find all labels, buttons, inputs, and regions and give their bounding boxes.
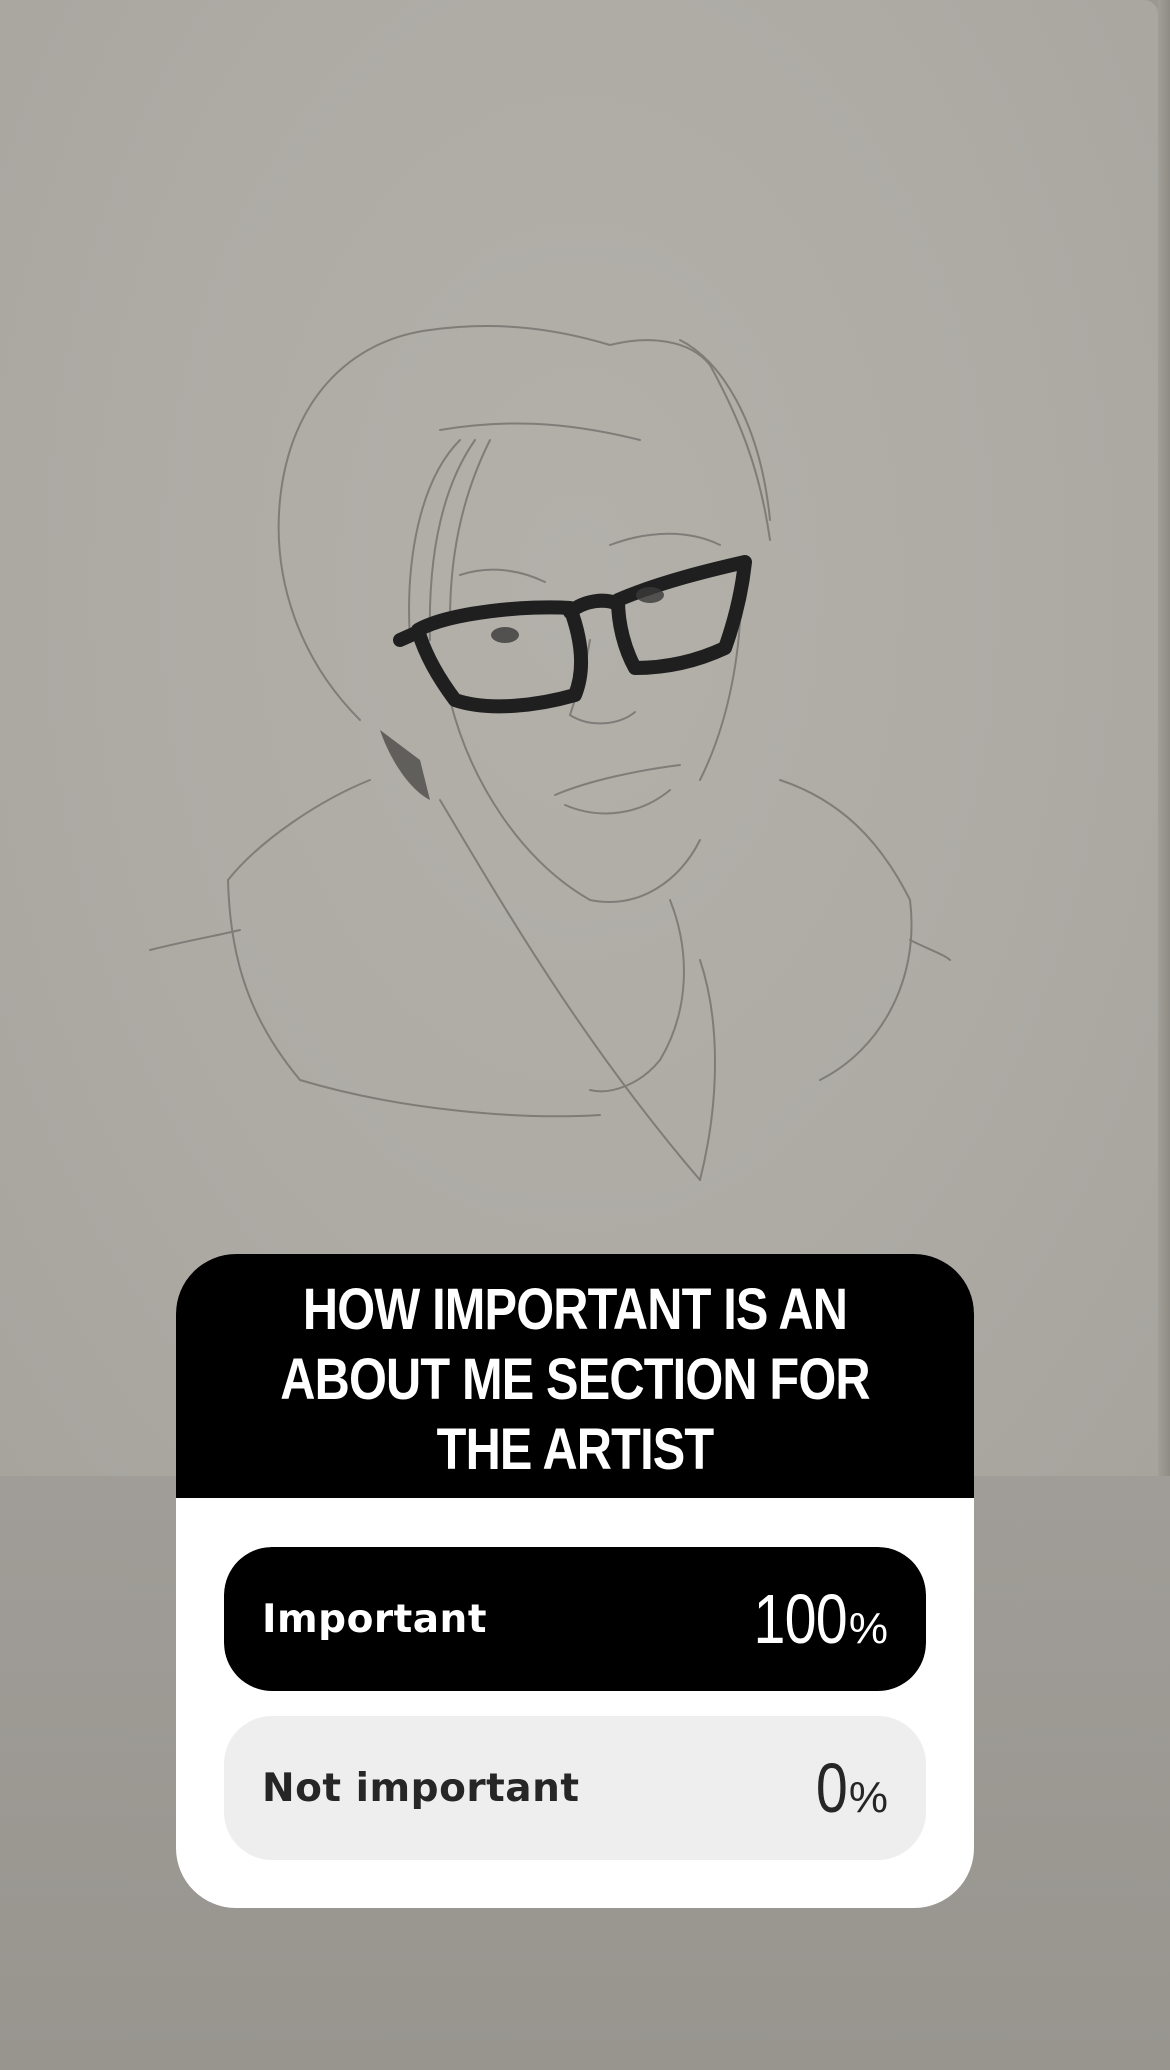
poll-option-percent: 0 %: [809, 1753, 888, 1823]
poll-option-percent-value: 100: [753, 1580, 848, 1658]
poll-sticker: HOW IMPORTANT IS AN ABOUT ME SECTION FOR…: [176, 1254, 974, 1908]
poll-option-percent: 100 %: [733, 1584, 888, 1654]
poll-options: Important 100 % Not important 0 %: [176, 1498, 974, 1860]
poll-option-label: Not important: [262, 1765, 580, 1811]
poll-option-important[interactable]: Important 100 %: [224, 1547, 926, 1691]
poll-option-percent-sign: %: [848, 1604, 888, 1653]
poll-header: HOW IMPORTANT IS AN ABOUT ME SECTION FOR…: [176, 1254, 974, 1498]
poll-option-not-important[interactable]: Not important 0 %: [224, 1716, 926, 1860]
poll-question: HOW IMPORTANT IS AN ABOUT ME SECTION FOR…: [280, 1277, 870, 1482]
poll-option-label: Important: [262, 1596, 487, 1642]
poll-option-percent-sign: %: [848, 1773, 888, 1822]
poll-option-percent-value: 0: [815, 1749, 848, 1827]
